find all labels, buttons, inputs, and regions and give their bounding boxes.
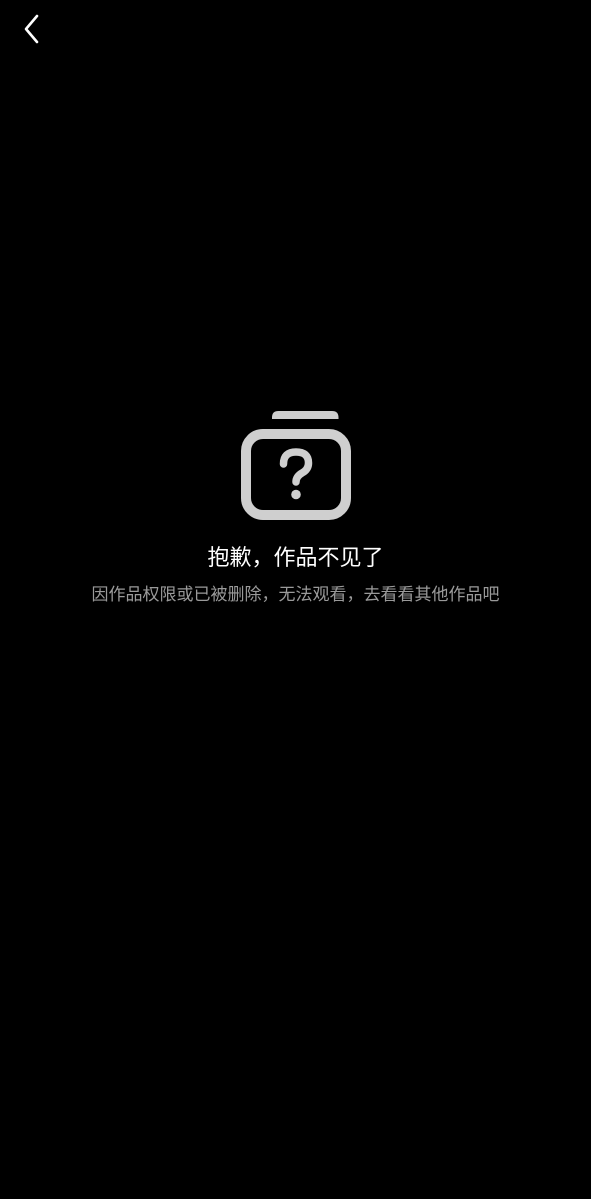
unknown-content-icon xyxy=(240,411,351,520)
back-button[interactable] xyxy=(14,10,50,48)
empty-state: 抱歉，作品不见了 因作品权限或已被删除，无法观看，去看看其他作品吧 xyxy=(0,408,591,607)
error-message: 因作品权限或已被删除，无法观看，去看看其他作品吧 xyxy=(91,585,500,605)
chevron-left-icon xyxy=(24,14,39,44)
error-title: 抱歉，作品不见了 xyxy=(207,546,384,571)
